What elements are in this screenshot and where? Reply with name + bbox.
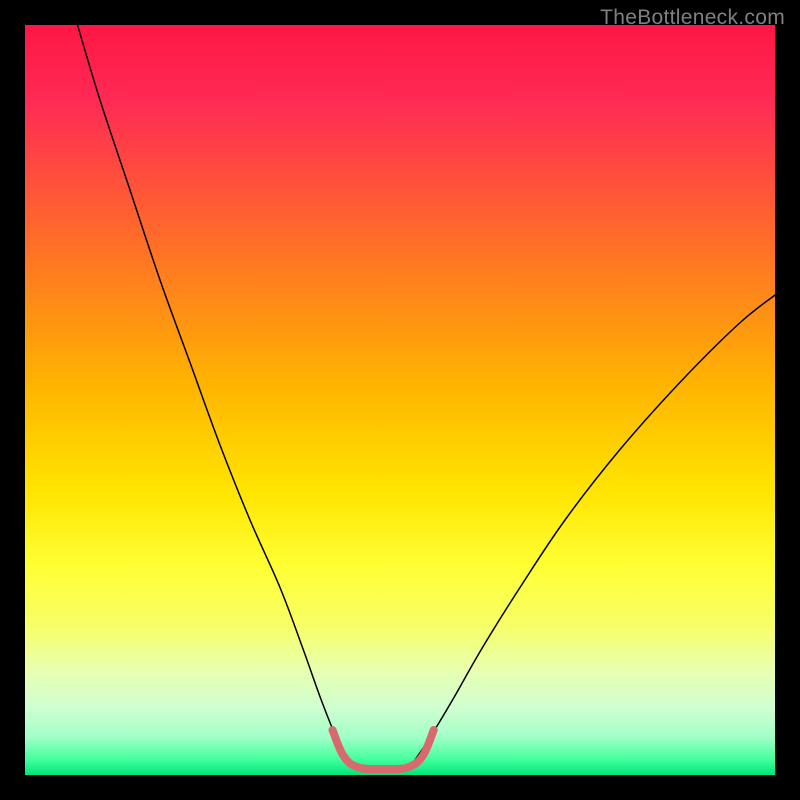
gradient-background [25, 25, 775, 775]
bottleneck-curve-chart [25, 25, 775, 775]
chart-container: TheBottleneck.com [0, 0, 800, 800]
